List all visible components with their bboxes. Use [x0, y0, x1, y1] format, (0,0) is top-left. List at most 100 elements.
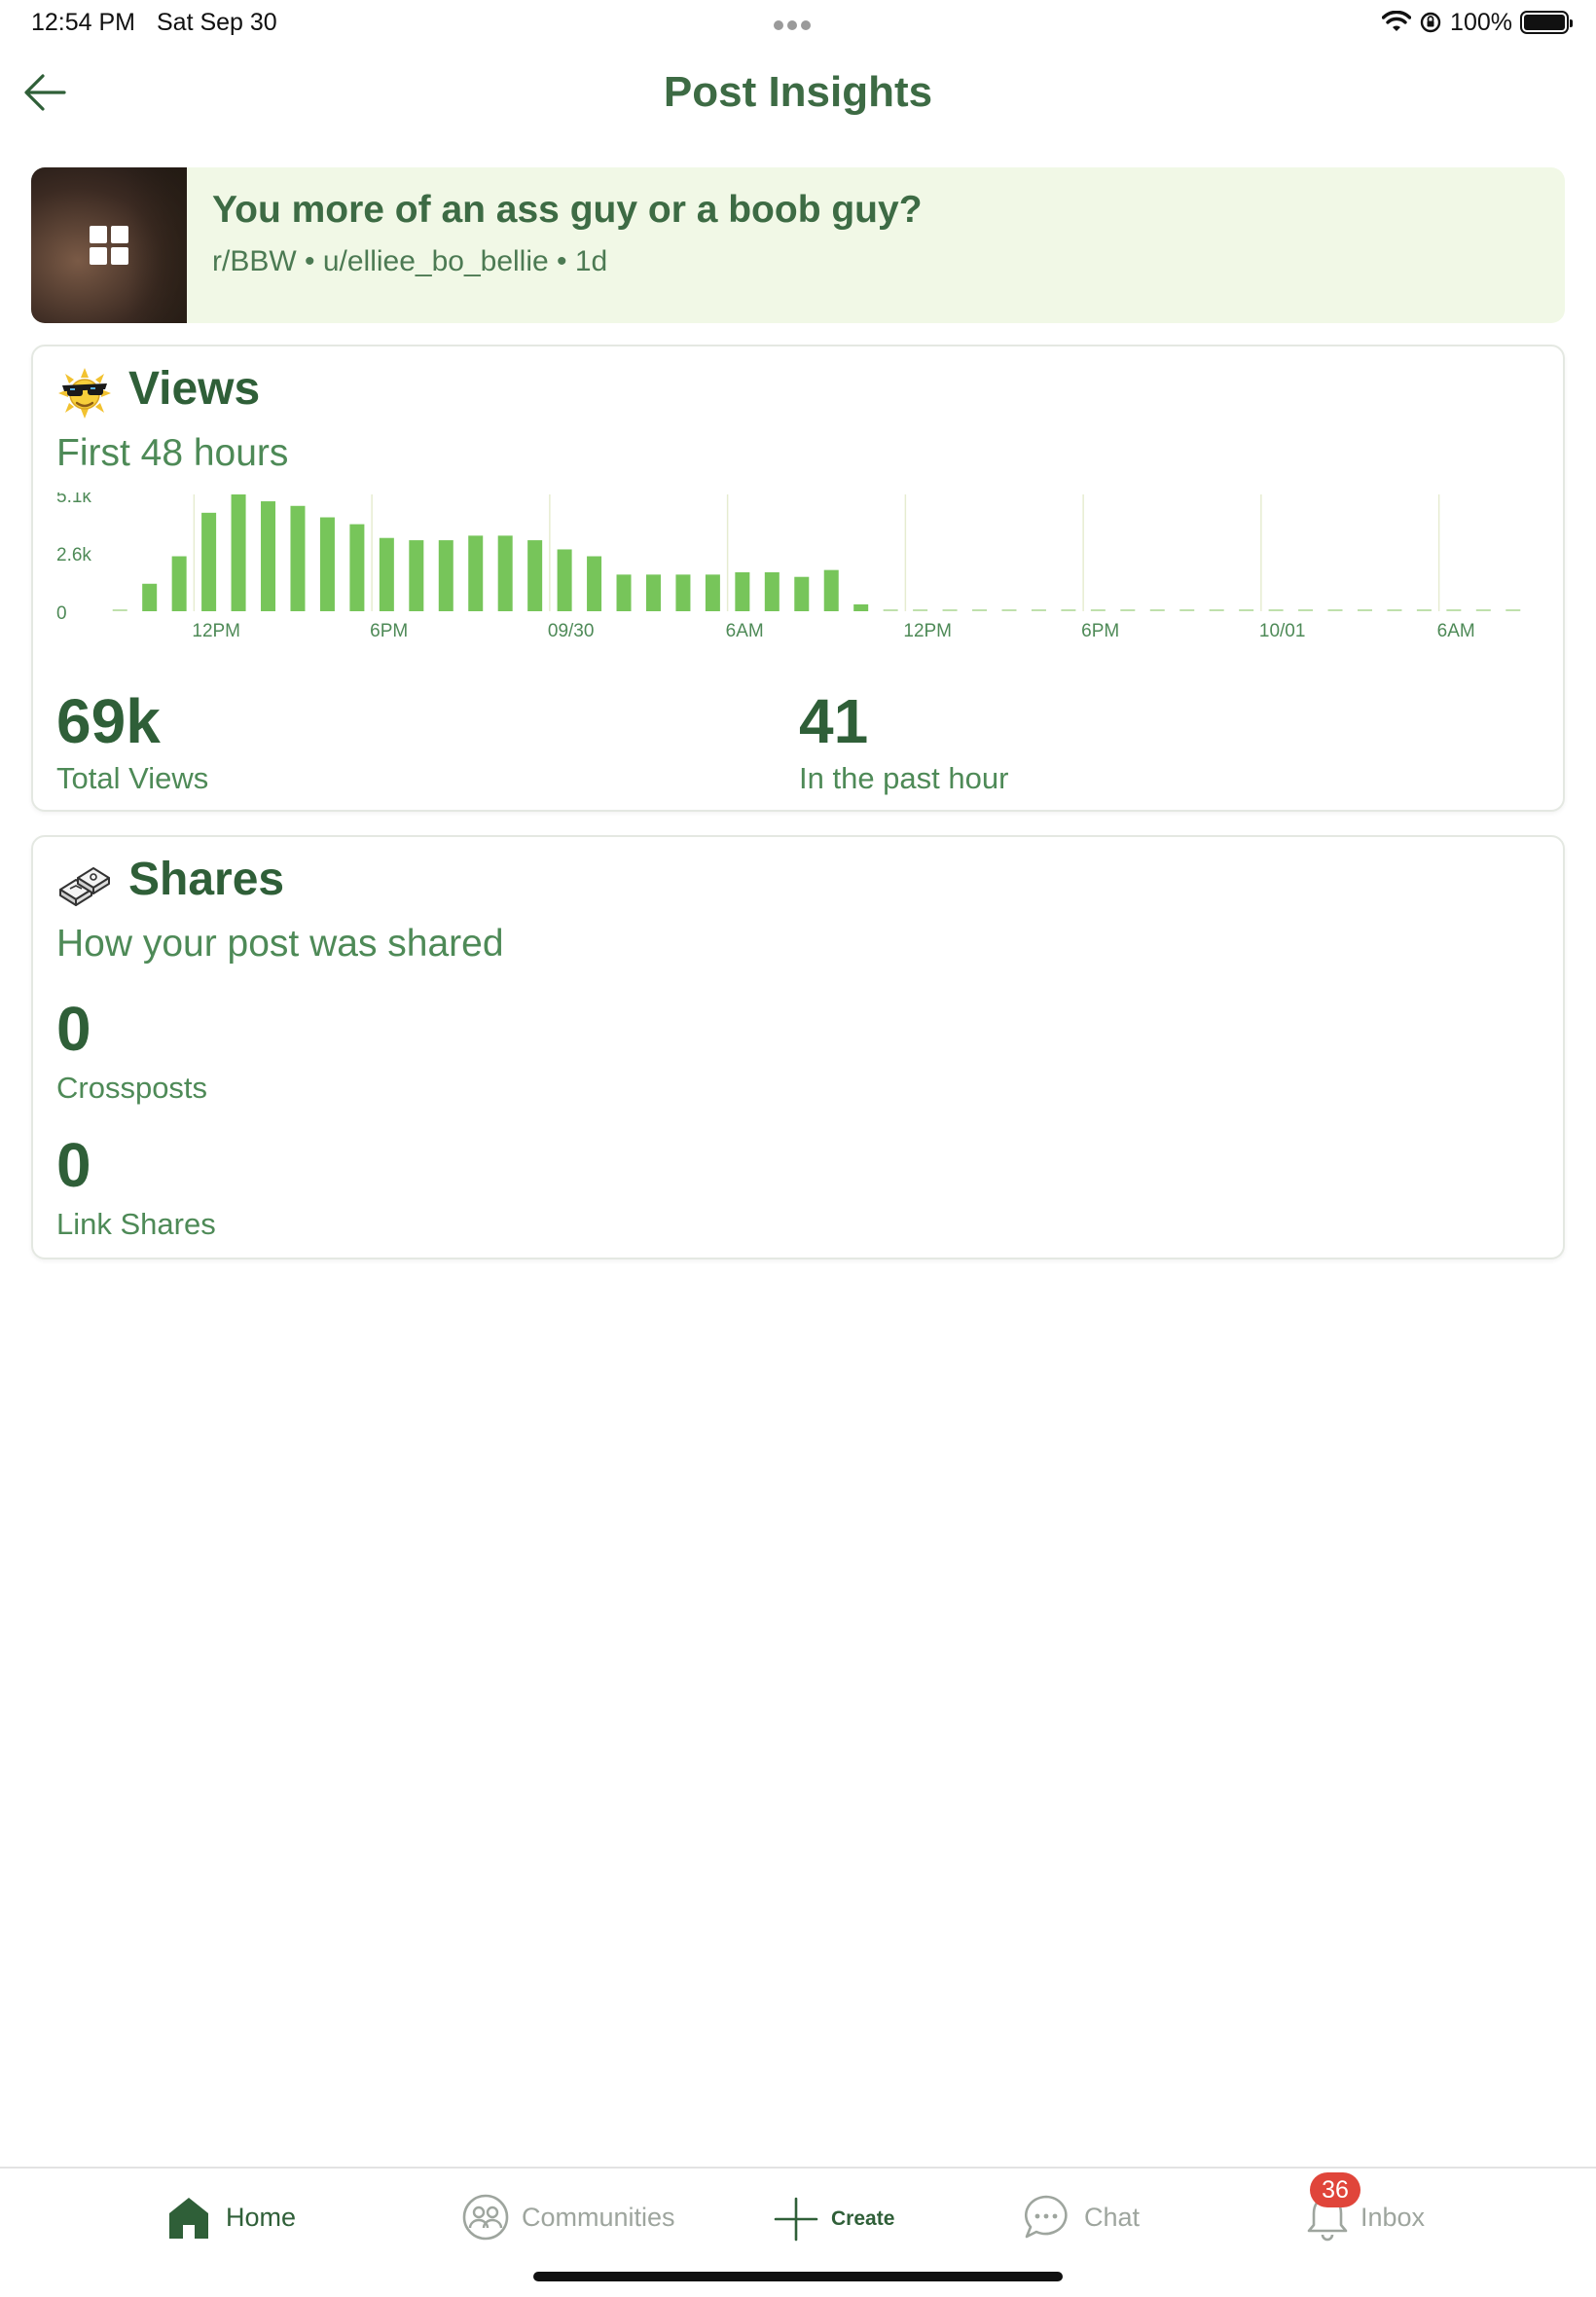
chart-bar: [645, 574, 661, 611]
chart-bar: [290, 505, 306, 611]
post-meta: r/BBW • u/elliee_bo_bellie • 1d: [212, 245, 608, 277]
chart-bar: [557, 549, 572, 611]
chart-bar: [527, 540, 543, 611]
chart-bar: [497, 535, 513, 611]
chart-bar: [379, 537, 394, 611]
home-icon: [169, 2198, 208, 2239]
shares-card: Shares How your post was shared 0 Crossp…: [31, 835, 1565, 1259]
chart-bar: [764, 572, 780, 611]
chart-bar: [1475, 609, 1491, 611]
past-hour-label: In the past hour: [799, 761, 1009, 795]
views-title: Views: [128, 363, 261, 415]
chart-bar: [587, 556, 602, 611]
past-hour-value: 41: [799, 686, 869, 756]
chart-bar: [319, 517, 335, 611]
nav-create[interactable]: Create: [773, 2192, 894, 2246]
chart-bar: [1446, 609, 1462, 611]
chart-bar: [142, 583, 158, 611]
x-tick-label: 6AM: [1437, 621, 1475, 641]
sun-sunglasses-icon: [58, 368, 111, 419]
chart-bar: [438, 540, 453, 611]
total-views-label: Total Views: [56, 761, 209, 795]
battery-icon: [1520, 11, 1573, 34]
chart-bar: [1357, 609, 1372, 611]
chart-bar: [1179, 609, 1195, 611]
total-views-value: 69k: [56, 686, 161, 756]
x-tick-label: 12PM: [903, 621, 952, 641]
chart-bar: [409, 540, 424, 611]
chart-bar: [261, 501, 276, 611]
chart-bar: [1505, 609, 1521, 611]
header: Post Insights: [0, 56, 1596, 134]
chart-bar: [794, 576, 810, 611]
plus-icon: [774, 2197, 818, 2242]
inbox-badge: 36: [1310, 2172, 1360, 2207]
nav-inbox-label: Inbox: [1360, 2202, 1426, 2232]
x-tick-label: 6PM: [370, 621, 408, 641]
wifi-icon: [1382, 11, 1412, 31]
chart-bar: [1120, 609, 1136, 611]
chat-icon: [1024, 2195, 1068, 2239]
nav-chat-label: Chat: [1084, 2202, 1141, 2232]
shares-title: Shares: [128, 854, 285, 905]
nav-home[interactable]: Home: [165, 2190, 296, 2244]
orientation-lock-icon: [1420, 12, 1441, 33]
nav-communities-label: Communities: [522, 2202, 675, 2232]
chart-bar: [1327, 609, 1343, 611]
shares-subtitle: How your post was shared: [56, 923, 504, 965]
x-tick-label: 6PM: [1081, 621, 1119, 641]
chart-bar: [735, 572, 750, 611]
chart-bar: [913, 609, 928, 611]
chart-bar: [972, 609, 988, 611]
nav-home-label: Home: [226, 2202, 297, 2232]
nav-communities[interactable]: Communities: [461, 2190, 675, 2244]
link-shares-value: 0: [56, 1130, 91, 1200]
chart-bar: [942, 609, 958, 611]
chart-bar: [675, 574, 691, 611]
chart-bar: [1239, 609, 1254, 611]
x-tick-label: 10/01: [1259, 621, 1306, 641]
post-card[interactable]: You more of an ass guy or a boob guy? r/…: [31, 167, 1565, 323]
y-tick-label: 2.6k: [56, 545, 91, 565]
chart-bar: [1031, 609, 1046, 611]
chart-bar: [705, 574, 720, 611]
chart-bar: [1298, 609, 1314, 611]
views-card: Views First 48 hours 5.1k 2.6k 0 12PM 6PM 09/…: [31, 345, 1565, 812]
status-time: 12:54 PM: [31, 9, 136, 36]
chart-bar: [1387, 609, 1402, 611]
chart-bar: [112, 609, 127, 611]
multitasking-dots-icon[interactable]: [774, 18, 820, 30]
chart-bar: [1416, 609, 1432, 611]
nav-chat[interactable]: Chat: [1022, 2190, 1140, 2244]
post-title[interactable]: You more of an ass guy or a boob guy?: [212, 189, 923, 232]
link-shares-label: Link Shares: [56, 1207, 216, 1241]
post-thumbnail[interactable]: [31, 167, 187, 323]
chart-bar: [1090, 609, 1106, 611]
chart-bar: [1268, 609, 1284, 611]
battery-percent: 100%: [1450, 8, 1512, 36]
gallery-icon: [90, 226, 128, 265]
bottom-nav: Home Communities Create Chat Inbox 36: [0, 2167, 1596, 2297]
nav-create-label: Create: [831, 2207, 895, 2230]
crossposts-value: 0: [56, 994, 91, 1064]
status-indicators: 100%: [1382, 7, 1573, 38]
chart-bar: [231, 494, 246, 611]
share-buttons-icon: [59, 867, 110, 906]
y-tick-label: 0: [56, 603, 67, 624]
x-tick-label: 09/30: [548, 621, 595, 641]
chart-bar: [201, 512, 217, 611]
chart-bar: [1209, 609, 1224, 611]
x-tick-label: 6AM: [726, 621, 764, 641]
page-title: Post Insights: [663, 68, 933, 116]
chart-bar: [853, 603, 869, 611]
crossposts-label: Crossposts: [56, 1071, 208, 1105]
chart-bar: [171, 556, 187, 611]
chart-bar: [1061, 609, 1076, 611]
chart-bar: [349, 524, 365, 611]
views-chart: 5.1k 2.6k 0 12PM 6PM 09/30 6AM 12PM 6PM 10/01 6AM: [56, 492, 1521, 641]
chart-bar: [1001, 609, 1017, 611]
communities-icon: [462, 2194, 509, 2241]
home-indicator: [533, 2272, 1063, 2281]
nav-inbox[interactable]: Inbox 36: [1304, 2172, 1426, 2244]
chart-bar: [823, 569, 839, 611]
